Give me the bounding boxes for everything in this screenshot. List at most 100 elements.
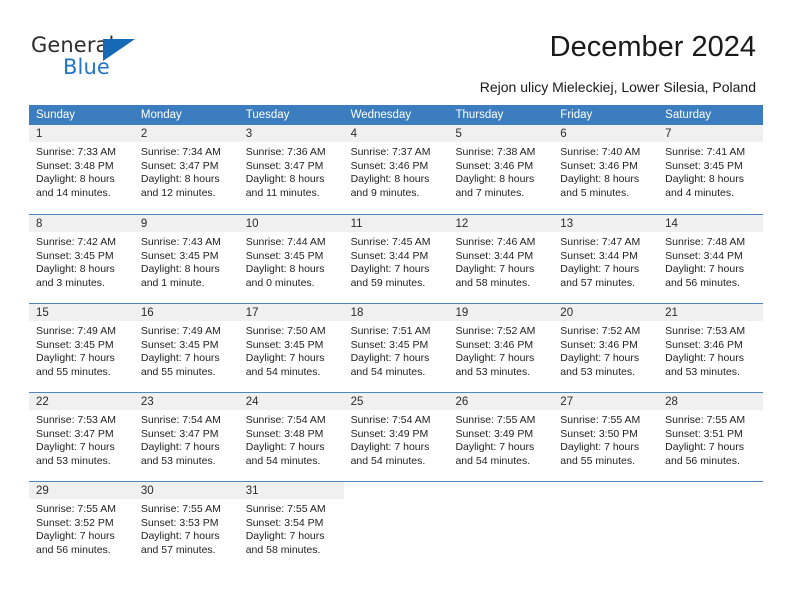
daylight-line1-text: Daylight: 7 hours: [36, 352, 115, 364]
day-number: [553, 482, 658, 499]
daylight-line1-text: Daylight: 7 hours: [140, 441, 220, 453]
calendar-day-cell[interactable]: 14 Sunrise: 7:48 AM Sunset: 3:44 PM Dayligh…: [658, 215, 764, 303]
sunset-text: Sunset: 3:46 PM: [350, 159, 429, 172]
sunset-text: Sunset: 3:46 PM: [560, 159, 638, 172]
daylight-line1-text: Daylight: 8 hours: [665, 173, 744, 185]
day-sun-info: Sunrise: 7:49 AM Sunset: 3:45 PM Daylight:…: [29, 321, 134, 379]
sunset-text: Sunset: 3:45 PM: [36, 338, 114, 351]
day-sun-info: Sunrise: 7:51 AM Sunset: 3:45 PM Daylight:…: [344, 321, 449, 379]
calendar-day-cell[interactable]: 27 Sunrise: 7:55 AM Sunset: 3:50 PM Dayligh…: [553, 393, 659, 481]
daylight-line1-text: Daylight: 7 hours: [560, 352, 640, 364]
day-number: 18: [343, 304, 449, 321]
weekday-header-wednesday: Wednesday: [350, 109, 412, 121]
daylight-line1-text: Daylight: 7 hours: [245, 352, 325, 364]
calendar-day-cell[interactable]: 3 Sunrise: 7:36 AM Sunset: 3:47 PM Daylight…: [238, 125, 344, 214]
sunrise-text: Sunrise: 7:43 AM: [140, 236, 221, 248]
calendar-day-cell[interactable]: 19 Sunrise: 7:52 AM Sunset: 3:46 PM Dayligh…: [448, 304, 554, 392]
calendar-day-cell[interactable]: 7 Sunrise: 7:41 AM Sunset: 3:45 PM Daylight…: [658, 125, 764, 214]
calendar-day-cell[interactable]: 1 Sunrise: 7:33 AM Sunset: 3:48 PM Daylight…: [29, 125, 134, 214]
day-number: 29: [29, 482, 134, 499]
sunrise-text: Sunrise: 7:44 AM: [245, 236, 326, 248]
daylight-line2-text: and 54 minutes.: [245, 454, 321, 467]
calendar-day-cell[interactable]: 12 Sunrise: 7:46 AM Sunset: 3:44 PM Dayligh…: [448, 215, 554, 303]
sunrise-text: Sunrise: 7:55 AM: [560, 414, 641, 426]
daylight-line1-text: Daylight: 8 hours: [455, 173, 535, 185]
calendar-day-cell[interactable]: 13 Sunrise: 7:47 AM Sunset: 3:44 PM Dayligh…: [553, 215, 659, 303]
day-sun-info: Sunrise: 7:43 AM Sunset: 3:45 PM Daylight:…: [134, 232, 239, 290]
day-number: 10: [238, 215, 344, 232]
daylight-line2-text: and 0 minutes.: [245, 276, 315, 289]
calendar-day-cell[interactable]: 31 Sunrise: 7:55 AM Sunset: 3:54 PM Dayligh…: [238, 482, 344, 570]
calendar-day-cell[interactable]: 30 Sunrise: 7:55 AM Sunset: 3:53 PM Dayligh…: [133, 482, 239, 570]
sunrise-text: Sunrise: 7:55 AM: [665, 414, 746, 426]
day-sun-info: Sunrise: 7:55 AM Sunset: 3:53 PM Daylight:…: [134, 499, 239, 557]
day-number: 23: [133, 393, 239, 410]
sunset-text: Sunset: 3:44 PM: [455, 249, 534, 262]
weekday-header-tuesday: Tuesday: [245, 109, 290, 121]
calendar-day-cell[interactable]: 2 Sunrise: 7:34 AM Sunset: 3:47 PM Daylight…: [133, 125, 239, 214]
calendar-week-row: 15 Sunrise: 7:49 AM Sunset: 3:45 PM Dayligh…: [29, 303, 764, 392]
sunrise-text: Sunrise: 7:48 AM: [665, 236, 746, 248]
calendar-day-cell[interactable]: 20 Sunrise: 7:52 AM Sunset: 3:46 PM Dayligh…: [553, 304, 659, 392]
calendar-day-cell[interactable]: 21 Sunrise: 7:53 AM Sunset: 3:46 PM Dayligh…: [658, 304, 764, 392]
day-sun-info: Sunrise: 7:49 AM Sunset: 3:45 PM Daylight:…: [134, 321, 239, 379]
calendar-day-cell[interactable]: 6 Sunrise: 7:40 AM Sunset: 3:46 PM Daylight…: [553, 125, 659, 214]
day-number: 30: [133, 482, 239, 499]
calendar-day-cell[interactable]: 28 Sunrise: 7:55 AM Sunset: 3:51 PM Dayligh…: [658, 393, 764, 481]
calendar-day-cell[interactable]: 24 Sunrise: 7:54 AM Sunset: 3:48 PM Dayligh…: [238, 393, 344, 481]
general-blue-logo[interactable]: General Blue: [31, 33, 211, 81]
sunset-text: Sunset: 3:46 PM: [455, 159, 534, 172]
sunrise-text: Sunrise: 7:55 AM: [245, 503, 326, 515]
calendar-day-cell[interactable]: 5 Sunrise: 7:38 AM Sunset: 3:46 PM Daylight…: [448, 125, 554, 214]
day-number: 28: [658, 393, 764, 410]
sunrise-text: Sunrise: 7:49 AM: [140, 325, 221, 337]
day-number: 19: [448, 304, 554, 321]
daylight-line2-text: and 4 minutes.: [665, 186, 735, 199]
logo-text-blue: Blue: [63, 55, 110, 79]
day-sun-info: [448, 499, 553, 503]
daylight-line2-text: and 14 minutes.: [36, 186, 111, 199]
calendar-day-cell[interactable]: 4 Sunrise: 7:37 AM Sunset: 3:46 PM Daylight…: [343, 125, 449, 214]
page-subtitle: Rejon ulicy Mieleckiej, Lower Silesia, P…: [479, 79, 756, 95]
sunset-text: Sunset: 3:47 PM: [245, 159, 324, 172]
calendar-day-cell[interactable]: 16 Sunrise: 7:49 AM Sunset: 3:45 PM Dayligh…: [133, 304, 239, 392]
day-sun-info: Sunrise: 7:48 AM Sunset: 3:44 PM Daylight:…: [658, 232, 763, 290]
daylight-line2-text: and 56 minutes.: [665, 454, 740, 467]
day-number: 13: [553, 215, 659, 232]
day-number: 24: [238, 393, 344, 410]
day-number: 6: [553, 125, 659, 142]
sunset-text: Sunset: 3:53 PM: [140, 516, 219, 529]
calendar-day-cell[interactable]: 8 Sunrise: 7:42 AM Sunset: 3:45 PM Daylight…: [29, 215, 134, 303]
calendar-day-cell[interactable]: 26 Sunrise: 7:55 AM Sunset: 3:49 PM Dayligh…: [448, 393, 554, 481]
daylight-line2-text: and 58 minutes.: [245, 543, 321, 556]
daylight-line2-text: and 57 minutes.: [140, 543, 216, 556]
sunset-text: Sunset: 3:45 PM: [350, 338, 429, 351]
day-sun-info: Sunrise: 7:55 AM Sunset: 3:50 PM Daylight:…: [553, 410, 658, 468]
day-sun-info: Sunrise: 7:37 AM Sunset: 3:46 PM Daylight:…: [344, 142, 449, 200]
sunrise-text: Sunrise: 7:33 AM: [36, 146, 116, 158]
calendar-day-cell[interactable]: 9 Sunrise: 7:43 AM Sunset: 3:45 PM Daylight…: [133, 215, 239, 303]
sunset-text: Sunset: 3:45 PM: [140, 338, 219, 351]
day-sun-info: Sunrise: 7:54 AM Sunset: 3:48 PM Daylight:…: [239, 410, 344, 468]
sunset-text: Sunset: 3:46 PM: [665, 338, 743, 351]
calendar-day-cell[interactable]: 10 Sunrise: 7:44 AM Sunset: 3:45 PM Dayligh…: [238, 215, 344, 303]
daylight-line1-text: Daylight: 7 hours: [140, 352, 220, 364]
day-sun-info: Sunrise: 7:44 AM Sunset: 3:45 PM Daylight:…: [239, 232, 344, 290]
calendar-day-cell[interactable]: 15 Sunrise: 7:49 AM Sunset: 3:45 PM Dayligh…: [29, 304, 134, 392]
daylight-line2-text: and 54 minutes.: [245, 365, 321, 378]
calendar-day-cell[interactable]: 23 Sunrise: 7:54 AM Sunset: 3:47 PM Dayligh…: [133, 393, 239, 481]
day-number: 7: [658, 125, 764, 142]
calendar-day-cell[interactable]: 17 Sunrise: 7:50 AM Sunset: 3:45 PM Dayligh…: [238, 304, 344, 392]
calendar-day-cell[interactable]: 29 Sunrise: 7:55 AM Sunset: 3:52 PM Dayligh…: [29, 482, 134, 570]
calendar-day-cell[interactable]: 22 Sunrise: 7:53 AM Sunset: 3:47 PM Dayligh…: [29, 393, 134, 481]
daylight-line1-text: Daylight: 8 hours: [245, 173, 325, 185]
day-number: 21: [658, 304, 764, 321]
calendar-day-cell[interactable]: 18 Sunrise: 7:51 AM Sunset: 3:45 PM Dayligh…: [343, 304, 449, 392]
day-number: 22: [29, 393, 134, 410]
calendar-day-cell[interactable]: 25 Sunrise: 7:54 AM Sunset: 3:49 PM Dayligh…: [343, 393, 449, 481]
day-sun-info: Sunrise: 7:54 AM Sunset: 3:49 PM Daylight:…: [344, 410, 449, 468]
calendar-day-cell[interactable]: 11 Sunrise: 7:45 AM Sunset: 3:44 PM Dayligh…: [343, 215, 449, 303]
day-number: 15: [29, 304, 134, 321]
day-number: 27: [553, 393, 659, 410]
day-number: 4: [343, 125, 449, 142]
